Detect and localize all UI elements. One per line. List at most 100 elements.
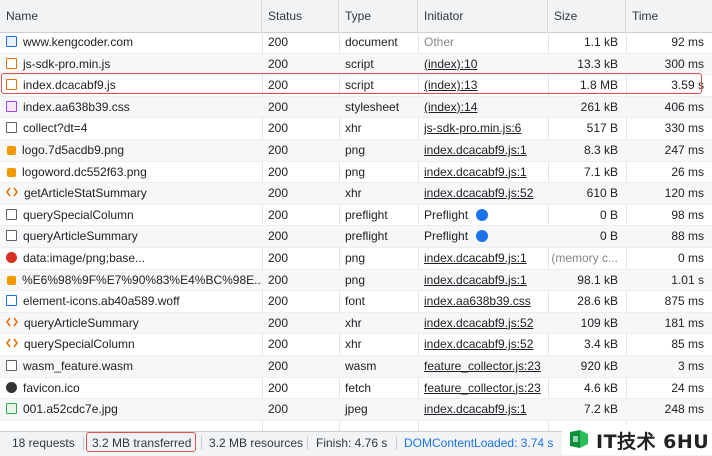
request-time-cell: 120 ms [626, 183, 712, 204]
request-size-cell: 1.1 kB [548, 32, 626, 53]
request-type: preflight [345, 207, 388, 222]
request-name-cell[interactable]: %E6%98%9F%E7%90%83%E4%BC%98E... [0, 270, 262, 291]
request-row[interactable]: querySpecialColumn 200 preflight Preflight 0… [0, 205, 712, 227]
request-row[interactable]: 001.a52cdc7e.jpg 200 jpeg index.dcacabf9.js… [0, 399, 712, 421]
request-time: 3 ms [677, 358, 704, 373]
request-name-cell[interactable]: querySpecialColumn [0, 334, 262, 355]
request-initiator[interactable]: (index):14 [424, 100, 477, 114]
request-type: font [345, 294, 366, 309]
request-name-cell[interactable]: querySpecialColumn [0, 205, 262, 226]
request-type: document [345, 35, 398, 49]
column-header-initiator[interactable]: Initiator [418, 0, 548, 32]
request-row[interactable]: www.kengcoder.com 200 document Other 1.1 kB 9… [0, 32, 712, 54]
preflight-globe-icon[interactable] [476, 208, 489, 221]
request-row[interactable]: wasm_feature.wasm 200 wasm feature_collecto… [0, 355, 712, 378]
request-time: 406 ms [664, 99, 704, 114]
request-initiator[interactable]: index.aa638b39.css [424, 294, 531, 308]
wasm-icon [6, 359, 17, 371]
request-row[interactable]: %E6%98%9F%E7%90%83%E4%BC%98E... 200 png ind… [0, 269, 712, 292]
request-row[interactable]: querySpecialColumn 200 xhr index.dcacabf9.j… [0, 334, 712, 356]
request-initiator[interactable]: index.dcacabf9.js:1 [424, 251, 527, 265]
request-status-cell: 200 [262, 162, 339, 183]
request-name: queryArticleSummary [24, 315, 139, 330]
request-status-cell: 200 [262, 334, 339, 355]
request-size: 4.6 kB [583, 380, 618, 395]
request-row[interactable]: queryArticleSummary 200 preflight Preflight… [0, 226, 712, 248]
request-row[interactable]: js-sdk-pro.min.js 200 script (index):10 13.3… [0, 53, 712, 76]
request-time-cell: 88 ms [626, 226, 712, 247]
request-size-cell: 98.1 kB [548, 270, 626, 291]
request-row[interactable]: index.aa638b39.css 200 stylesheet (index):1… [0, 96, 712, 119]
request-name-cell[interactable]: js-sdk-pro.min.js [0, 54, 262, 75]
request-size: 920 kB [580, 358, 618, 373]
request-time-cell: 0 ms [626, 248, 712, 269]
request-initiator[interactable]: index.dcacabf9.js:1 [424, 273, 527, 287]
column-header-name[interactable]: Name [0, 0, 262, 32]
request-size-cell: 920 kB [548, 356, 626, 377]
preflight-globe-icon[interactable] [476, 230, 489, 243]
request-name-cell[interactable]: element-icons.ab40a589.woff [0, 291, 262, 312]
request-row[interactable]: logo.7d5acdb9.png 200 png index.dcacabf9.js… [0, 139, 712, 162]
request-name-cell[interactable]: index.aa638b39.css [0, 97, 262, 118]
request-initiator-cell: Other [418, 32, 548, 53]
request-name-cell[interactable]: 001.a52cdc7e.jpg [0, 399, 262, 420]
xhr-icon [6, 208, 17, 220]
request-initiator[interactable]: (index):10 [424, 57, 477, 71]
request-initiator-cell: feature_collector.js:23 [418, 356, 548, 377]
request-row[interactable]: data:image/png;base... 200 png index.dcacab… [0, 248, 712, 270]
request-initiator-cell: index.aa638b39.css [418, 291, 548, 312]
request-status: 200 [268, 380, 289, 395]
request-row[interactable]: favicon.ico 200 fetch feature_collector.js:… [0, 378, 712, 400]
request-name-cell[interactable]: www.kengcoder.com [0, 32, 262, 53]
request-initiator-cell: index.dcacabf9.js:1 [418, 399, 548, 420]
status-divider [396, 436, 397, 450]
request-type-cell: png [339, 270, 418, 291]
request-type: stylesheet [345, 99, 400, 114]
request-status: 200 [268, 207, 289, 222]
request-initiator[interactable]: feature_collector.js:23 [424, 381, 541, 395]
request-row[interactable]: logoword.dc552f63.png 200 png index.dcacabf… [0, 162, 712, 184]
request-initiator[interactable]: feature_collector.js:23 [424, 359, 541, 373]
request-status: 200 [268, 294, 289, 309]
request-initiator[interactable]: Preflight [424, 229, 468, 243]
column-header-type[interactable]: Type [339, 0, 418, 32]
request-name-cell[interactable]: logoword.dc552f63.png [0, 162, 262, 183]
request-initiator[interactable]: index.dcacabf9.js:52 [424, 186, 533, 200]
request-initiator[interactable]: js-sdk-pro.min.js:6 [424, 121, 521, 135]
request-initiator-cell: index.dcacabf9.js:52 [418, 313, 548, 334]
request-time: 0 ms [677, 250, 704, 265]
request-initiator[interactable]: index.dcacabf9.js:1 [424, 402, 527, 416]
request-row[interactable]: queryArticleSummary 200 xhr index.dcacabf9.… [0, 312, 712, 335]
request-type-cell: wasm [339, 356, 418, 377]
request-initiator[interactable]: Preflight [424, 208, 468, 222]
request-initiator[interactable]: index.dcacabf9.js:52 [424, 337, 533, 351]
request-time-cell: 92 ms [626, 32, 712, 53]
column-header-size[interactable]: Size [548, 0, 626, 32]
request-status-cell: 200 [262, 140, 339, 161]
column-header-status[interactable]: Status [262, 0, 339, 32]
request-type-cell: xhr [339, 313, 418, 334]
request-name-cell[interactable]: getArticleStatSummary [0, 183, 262, 204]
request-row[interactable]: getArticleStatSummary 200 xhr index.dcacabf… [0, 183, 712, 205]
request-initiator[interactable]: index.dcacabf9.js:52 [424, 316, 533, 330]
request-size-cell: 7.1 kB [548, 162, 626, 183]
request-name-cell[interactable]: logo.7d5acdb9.png [0, 140, 262, 161]
request-initiator[interactable]: index.dcacabf9.js:1 [424, 165, 527, 179]
request-time-cell: 3 ms [626, 356, 712, 377]
request-status: 200 [268, 315, 289, 330]
request-type-cell: preflight [339, 205, 418, 226]
request-name-cell[interactable]: queryArticleSummary [0, 313, 262, 334]
request-name-cell[interactable]: queryArticleSummary [0, 226, 262, 247]
request-initiator[interactable]: index.dcacabf9.js:1 [424, 143, 527, 157]
status-divider [307, 436, 308, 450]
request-time: 1.01 s [671, 272, 704, 287]
request-name-cell[interactable]: collect?dt=4 [0, 118, 262, 139]
request-row[interactable]: element-icons.ab40a589.woff 200 font index.… [0, 291, 712, 313]
column-header-time[interactable]: Time [626, 0, 712, 32]
request-name-cell[interactable]: favicon.ico [0, 378, 262, 399]
request-name-cell[interactable]: data:image/png;base... [0, 248, 262, 269]
request-type-cell: xhr [339, 118, 418, 139]
request-status-cell: 200 [262, 356, 339, 377]
request-row[interactable]: collect?dt=4 200 xhr js-sdk-pro.min.js:6 517… [0, 118, 712, 140]
request-name-cell[interactable]: wasm_feature.wasm [0, 356, 262, 377]
